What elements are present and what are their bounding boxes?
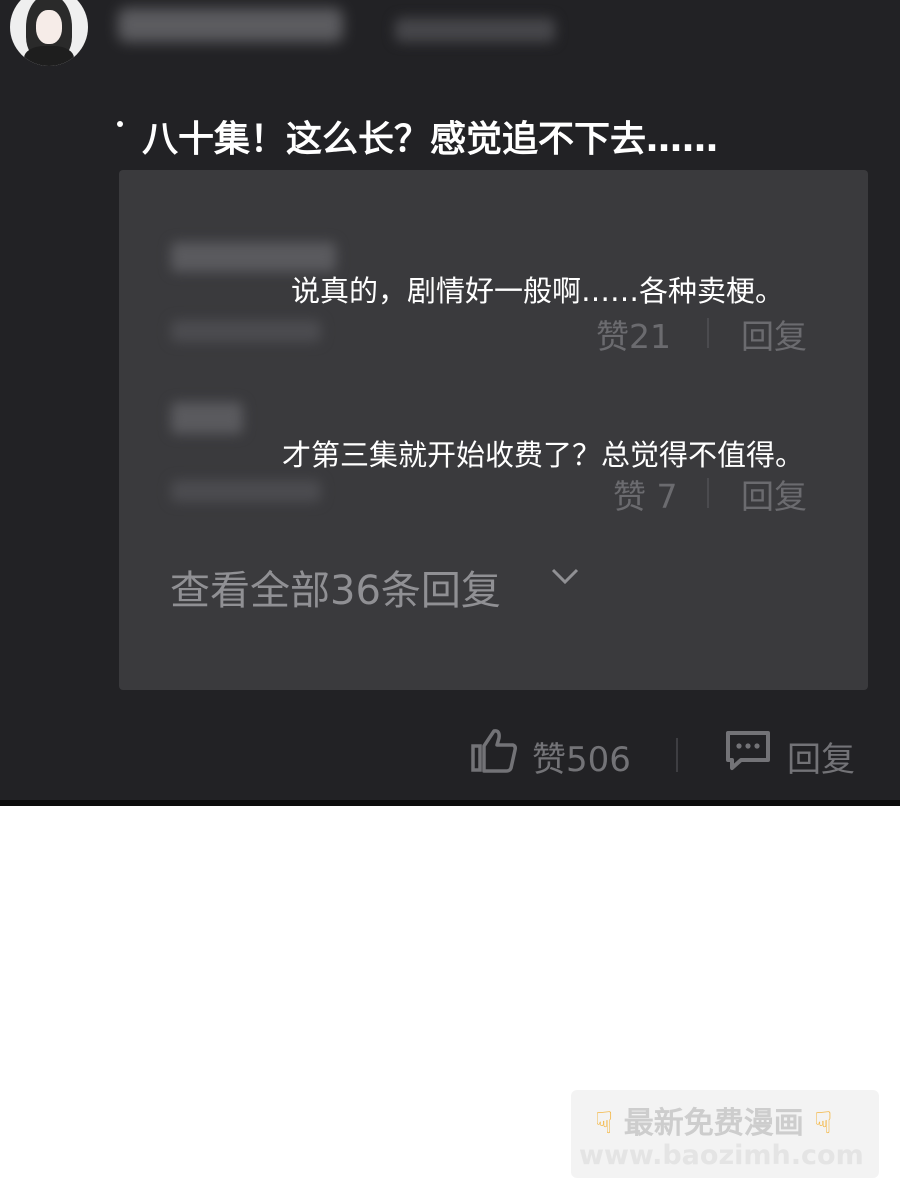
blurred-reply-username[interactable] — [171, 402, 243, 434]
blurred-reply-date — [171, 320, 321, 342]
reply-like-button[interactable]: 赞21 — [596, 310, 671, 358]
blurred-date — [395, 18, 555, 42]
blurred-reply-date — [171, 480, 321, 502]
view-all-replies-link[interactable]: 查看全部36条回复 — [170, 558, 501, 616]
watermark: ☟ 最新免费漫画 ☟ www.baozimh.com — [571, 1090, 879, 1178]
avatar[interactable] — [10, 0, 88, 66]
watermark-text: 最新免费漫画 — [623, 1106, 804, 1141]
divider — [676, 738, 678, 772]
avatar-body — [24, 46, 74, 66]
blurred-username[interactable] — [118, 8, 343, 42]
thumbs-up-icon[interactable] — [470, 728, 518, 774]
reply-text: 才第三集就开始收费了？总觉得不值得。 — [282, 438, 805, 472]
reply-text: 说真的，剧情好一般啊……各种卖梗。 — [291, 274, 785, 308]
panel-bottom-border — [0, 800, 900, 806]
chevron-down-icon[interactable] — [550, 566, 580, 586]
reply-like-button[interactable]: 赞 7 — [613, 470, 678, 518]
reply-reply-button[interactable]: 回复 — [741, 310, 807, 358]
reply-reply-button[interactable]: 回复 — [741, 470, 807, 518]
avatar-face — [36, 10, 62, 44]
like-button[interactable]: 赞506 — [532, 732, 631, 781]
bullet-dot — [117, 121, 123, 127]
pointing-down-icon: ☟ — [814, 1106, 833, 1141]
reply-button[interactable]: 回复 — [787, 732, 855, 781]
main-comment-text: 八十集！这么长？感觉追不下去…… — [142, 119, 719, 160]
watermark-title: ☟ 最新免费漫画 ☟ — [595, 1098, 832, 1142]
pointing-down-icon: ☟ — [595, 1106, 614, 1141]
comment-icon[interactable] — [725, 730, 771, 772]
watermark-url: www.baozimh.com — [579, 1140, 864, 1171]
comment-panel: 八十集！这么长？感觉追不下去…… 说真的，剧情好一般啊……各种卖梗。 赞21 回… — [0, 0, 900, 800]
divider — [707, 478, 709, 508]
divider — [707, 318, 709, 348]
